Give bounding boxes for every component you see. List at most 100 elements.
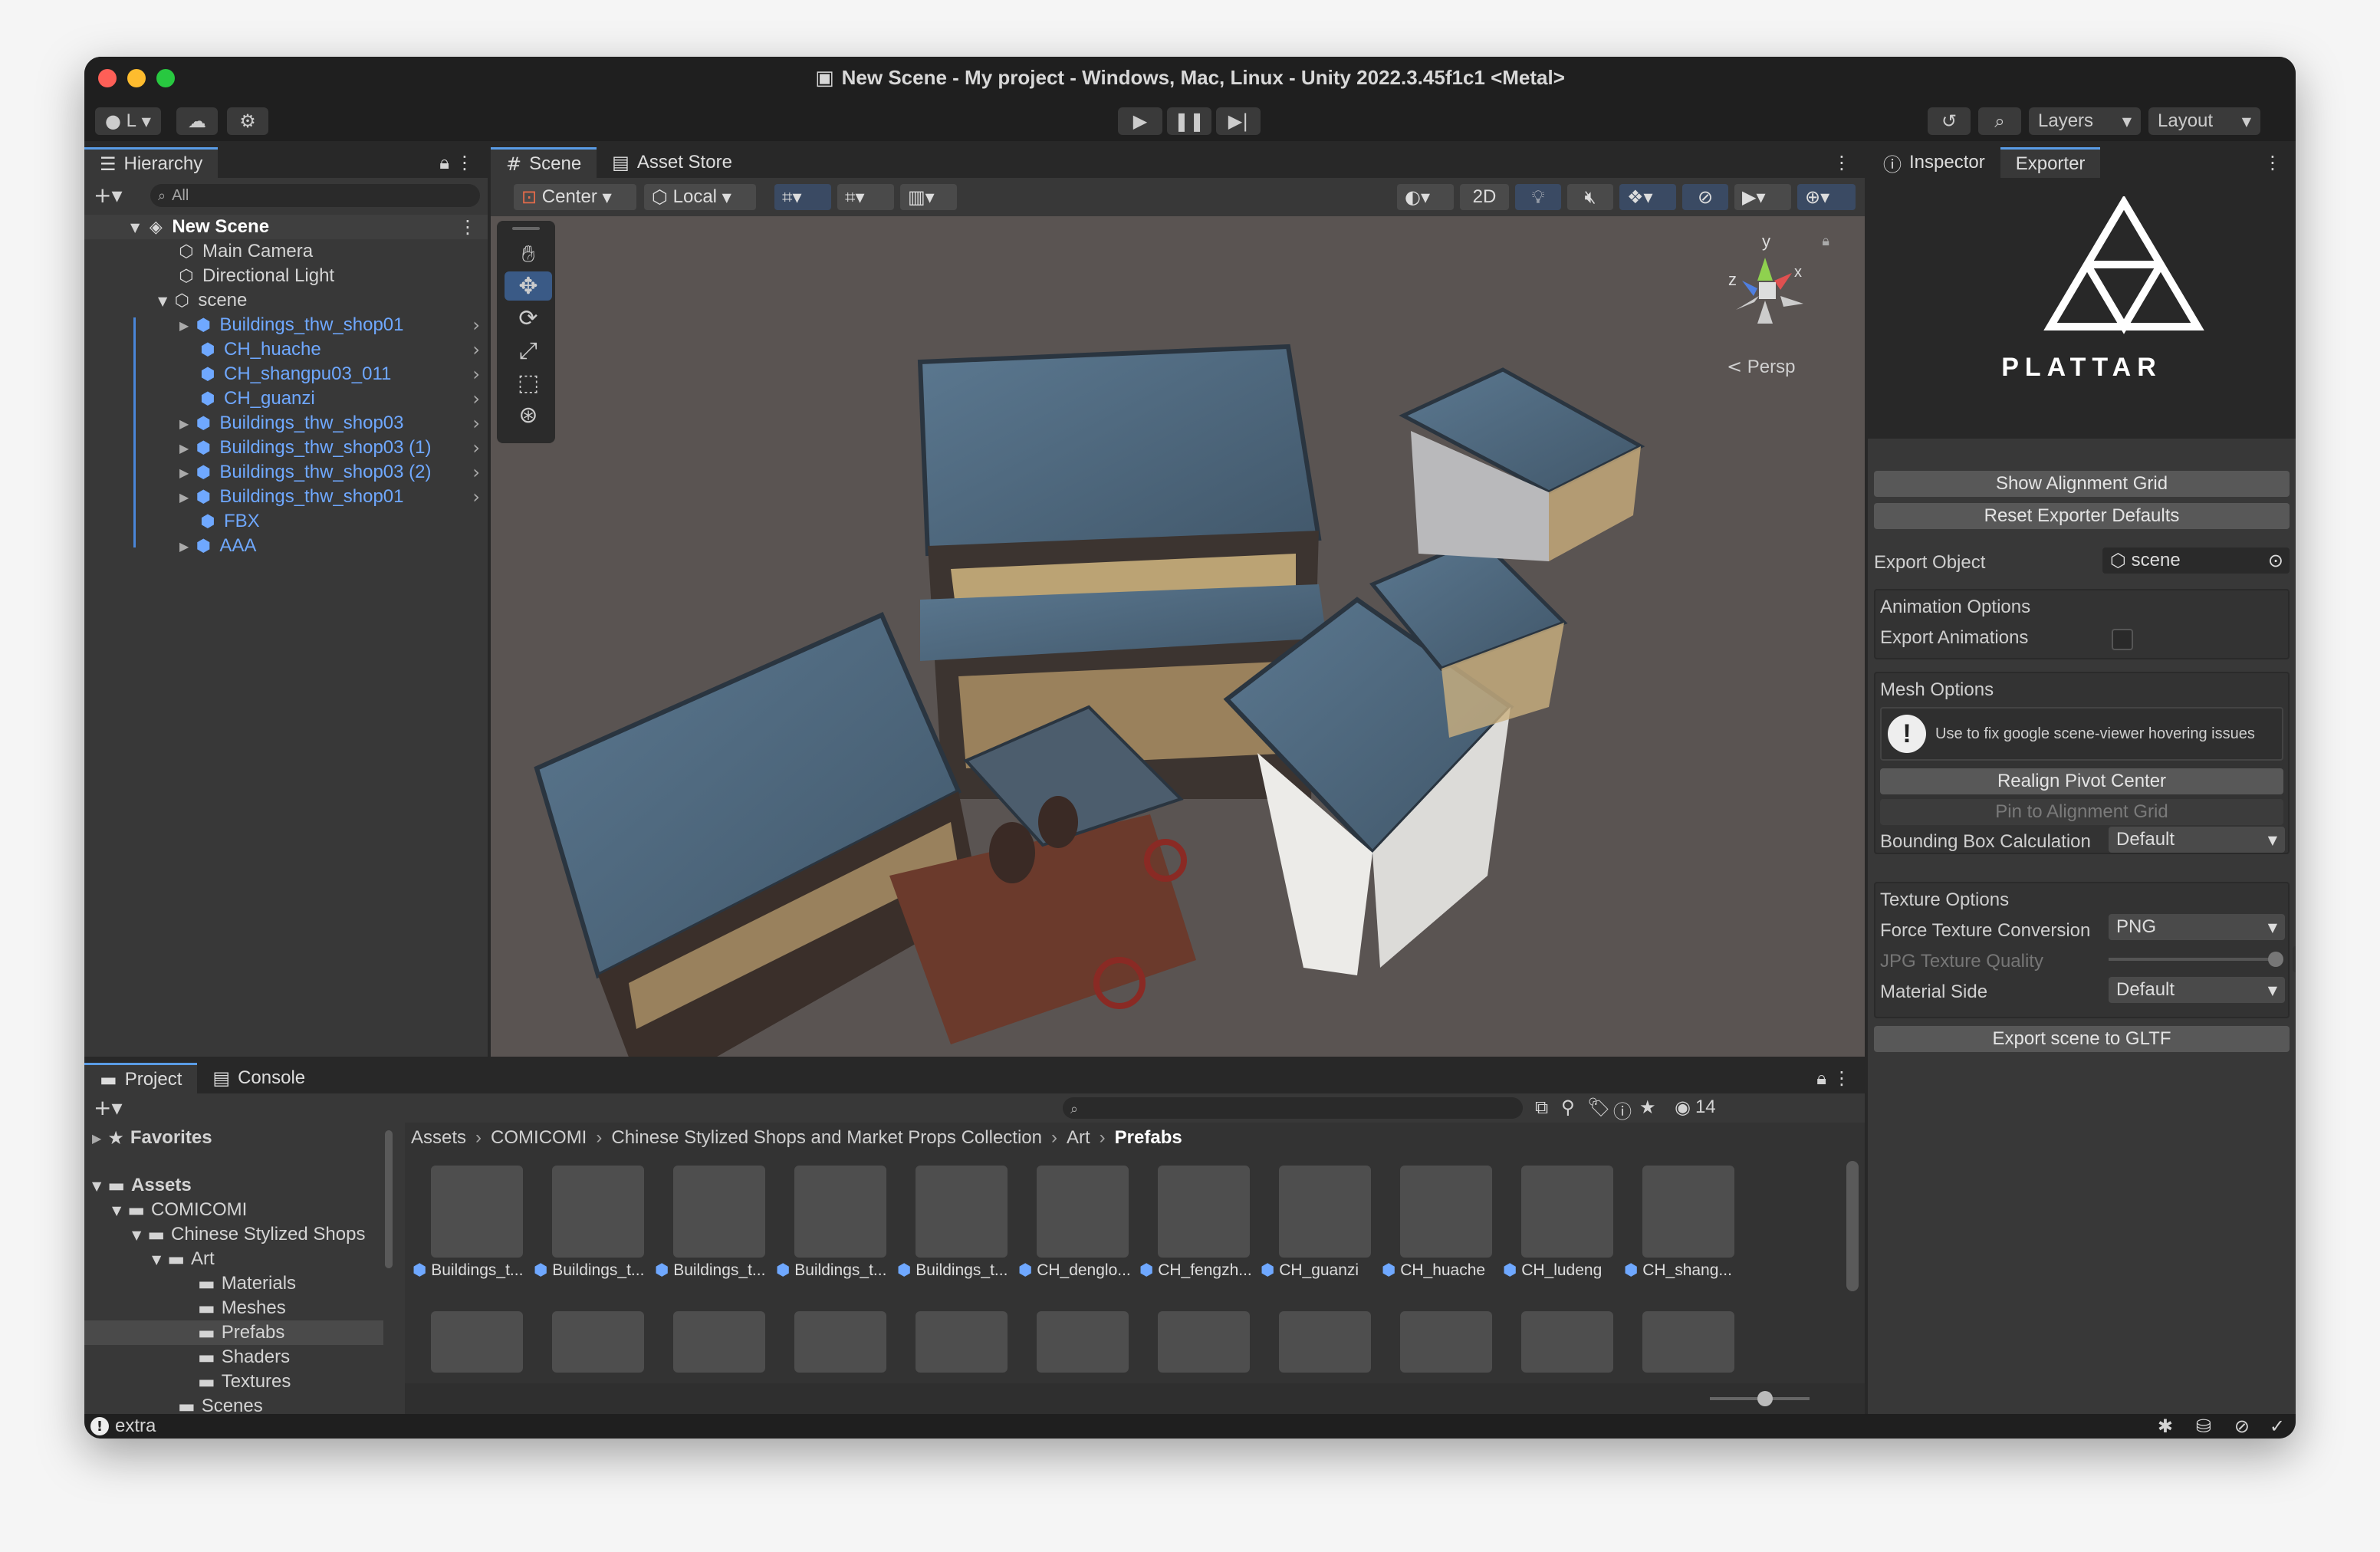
- asset-thumbnail[interactable]: [1158, 1311, 1250, 1373]
- transform-tool[interactable]: ⊛: [505, 400, 552, 429]
- asset-tile[interactable]: ⬢ CH_shang...: [1624, 1166, 1739, 1281]
- check-icon[interactable]: ✓: [2270, 1416, 2285, 1437]
- tab-project[interactable]: ▬ Project: [84, 1063, 198, 1093]
- lock-icon[interactable]: 🔒︎: [1816, 1067, 1826, 1089]
- asset-grid-scrollbar[interactable]: [1846, 1161, 1859, 1291]
- chevron-right-icon[interactable]: ›: [472, 314, 480, 336]
- projection-label[interactable]: < Persp: [1727, 356, 1795, 378]
- folder-art[interactable]: ▼ ▬ Art: [84, 1247, 394, 1271]
- pivot-dropdown[interactable]: ⊡ Center ▼: [514, 184, 636, 210]
- lighting-toggle[interactable]: 💡︎: [1515, 184, 1561, 210]
- show-alignment-grid-button[interactable]: Show Alignment Grid: [1874, 471, 2290, 497]
- chevron-right-icon[interactable]: ›: [472, 339, 480, 360]
- tab-hierarchy[interactable]: ☰ Hierarchy: [84, 147, 219, 178]
- asset-thumbnail[interactable]: [1521, 1311, 1613, 1373]
- asset-thumbnail[interactable]: [1400, 1311, 1492, 1373]
- tree-item-buildings-thw-shop03-1[interactable]: ▶ ⬢ Buildings_thw_shop03 (1) ›: [84, 436, 488, 460]
- more-options-icon[interactable]: ⋮: [2263, 152, 2282, 173]
- play-button[interactable]: ▶: [1118, 107, 1162, 135]
- asset-thumbnail[interactable]: [1037, 1311, 1129, 1373]
- asset-thumbnail[interactable]: [552, 1311, 644, 1373]
- star-icon[interactable]: ★: [1639, 1097, 1656, 1118]
- lock-icon[interactable]: 🔒︎: [439, 152, 449, 173]
- realign-pivot-center-button[interactable]: Realign Pivot Center: [1880, 768, 2283, 794]
- grid-snapping-button[interactable]: ⌗▾: [774, 184, 831, 210]
- asset-tile[interactable]: ⬢ Buildings_t...: [534, 1166, 649, 1281]
- folder-prefabs[interactable]: ▬ Prefabs: [84, 1320, 383, 1345]
- pause-button[interactable]: ❚❚: [1167, 107, 1211, 135]
- scale-tool[interactable]: ⤢: [505, 336, 552, 365]
- hidden-count[interactable]: ◉ 14: [1675, 1097, 1716, 1118]
- more-options-icon[interactable]: ⋮: [459, 216, 477, 238]
- camera-settings-button[interactable]: ▶▾: [1734, 184, 1791, 210]
- lock-icon[interactable]: 🔒︎: [1822, 233, 1829, 249]
- breadcrumb-prefabs[interactable]: Prefabs: [1115, 1127, 1182, 1149]
- network-icon[interactable]: ⊘: [2234, 1416, 2250, 1437]
- breadcrumb-collection[interactable]: Chinese Stylized Shops and Market Props …: [611, 1127, 1042, 1149]
- asset-tile[interactable]: ⬢ Buildings_t...: [655, 1166, 770, 1281]
- rect-tool[interactable]: ⬚: [505, 368, 552, 397]
- bounding-box-dropdown[interactable]: Default ▼: [2109, 827, 2285, 853]
- breadcrumb-art[interactable]: Art: [1067, 1127, 1090, 1149]
- add-icon[interactable]: +▾: [94, 1095, 123, 1120]
- export-object-field[interactable]: ⬡ scene ⊙: [2102, 547, 2290, 574]
- move-tool[interactable]: ✥: [505, 271, 552, 301]
- orientation-gizmo[interactable]: y x z 🔒︎ < Persp: [1704, 227, 1834, 380]
- folder-materials[interactable]: ▬ Materials: [84, 1271, 394, 1296]
- object-picker-icon[interactable]: ⊙: [2268, 550, 2283, 571]
- tree-item-directional-light[interactable]: ⬡ Directional Light: [84, 264, 488, 288]
- hand-tool[interactable]: ✋︎: [505, 239, 552, 268]
- asset-tile[interactable]: ⬢ CH_fengzh...: [1139, 1166, 1254, 1281]
- thumbnail-size-handle[interactable]: [1757, 1391, 1773, 1406]
- rotate-tool[interactable]: ⟳: [505, 304, 552, 333]
- search-button[interactable]: ⌕: [1978, 107, 2021, 135]
- tab-console[interactable]: ▤ Console: [197, 1063, 321, 1093]
- jpg-quality-slider-handle[interactable]: [2268, 952, 2283, 967]
- asset-thumbnail[interactable]: [1642, 1311, 1734, 1373]
- asset-tile[interactable]: ⬢ CH_guanzi: [1261, 1166, 1376, 1281]
- tree-item-scene[interactable]: ▼ ⬡ scene: [84, 288, 488, 313]
- folder-textures[interactable]: ▬ Textures: [84, 1370, 394, 1394]
- hidden-objects-toggle[interactable]: ⊘: [1682, 184, 1728, 210]
- more-options-icon[interactable]: ⋮: [455, 152, 474, 173]
- folder-tree-scrollbar[interactable]: [385, 1130, 393, 1268]
- bug-icon[interactable]: ✱: [2158, 1416, 2173, 1437]
- tree-item-ch-guanzi[interactable]: ⬢ CH_guanzi ›: [84, 386, 488, 411]
- log-icon[interactable]: ⓘ: [1613, 1097, 1632, 1123]
- tab-asset-store[interactable]: ▤ Asset Store: [597, 147, 748, 178]
- asset-tile[interactable]: ⬢ Buildings_t...: [413, 1166, 528, 1281]
- chevron-right-icon[interactable]: ›: [472, 486, 480, 508]
- tree-item-buildings-thw-shop03[interactable]: ▶ ⬢ Buildings_thw_shop03 ›: [84, 411, 488, 436]
- more-options-icon[interactable]: ⋮: [1833, 152, 1851, 173]
- project-search-input[interactable]: ⌕: [1063, 1097, 1523, 1119]
- scene-viewport[interactable]: ✋︎ ✥ ⟳ ⤢ ⬚ ⊛ y x z 🔒︎ < Persp: [491, 216, 1865, 1057]
- asset-tile[interactable]: ⬢ Buildings_t...: [897, 1166, 1012, 1281]
- filter-type-icon[interactable]: ⚲: [1561, 1097, 1575, 1118]
- jpg-quality-slider[interactable]: [2109, 958, 2277, 961]
- increment-snap-button[interactable]: ⌗▾: [837, 184, 894, 210]
- reset-exporter-defaults-button[interactable]: Reset Exporter Defaults: [1874, 503, 2290, 529]
- space-dropdown[interactable]: ⬡ Local ▼: [644, 184, 756, 210]
- more-options-icon[interactable]: ⋮: [1833, 1067, 1851, 1089]
- step-button[interactable]: ▶|: [1216, 107, 1261, 135]
- asset-tile[interactable]: ⬢ CH_ludeng: [1503, 1166, 1618, 1281]
- scene-root-row[interactable]: ▼ ◈ New Scene ⋮: [84, 215, 488, 239]
- tree-item-ch-shangpu03-011[interactable]: ⬢ CH_shangpu03_011 ›: [84, 362, 488, 386]
- asset-thumbnail[interactable]: [1279, 1311, 1371, 1373]
- audio-toggle[interactable]: 🔇︎: [1567, 184, 1613, 210]
- add-icon[interactable]: +▾: [94, 182, 123, 208]
- shading-mode-button[interactable]: ◐▾: [1397, 184, 1454, 210]
- gizmos-button[interactable]: ⊕▾: [1797, 184, 1856, 210]
- layers-dropdown[interactable]: Layers ▼: [2029, 107, 2141, 135]
- chevron-right-icon[interactable]: ›: [472, 363, 480, 385]
- tree-item-aaa[interactable]: ▶ ⬢ AAA: [84, 534, 488, 558]
- account-dropdown[interactable]: ● L ▼: [95, 107, 161, 135]
- pin-to-alignment-grid-button[interactable]: Pin to Alignment Grid: [1880, 799, 2283, 825]
- layout-dropdown[interactable]: Layout ▼: [2148, 107, 2260, 135]
- asset-thumbnail[interactable]: [673, 1311, 765, 1373]
- folder-shaders[interactable]: ▬ Shaders: [84, 1345, 394, 1370]
- breadcrumb-comicomi[interactable]: COMICOMI: [491, 1127, 587, 1149]
- search-by-type-icon[interactable]: ⧉: [1535, 1097, 1548, 1118]
- tree-item-buildings-thw-shop03-2[interactable]: ▶ ⬢ Buildings_thw_shop03 (2) ›: [84, 460, 488, 485]
- tree-item-fbx[interactable]: ⬢ FBX: [84, 509, 488, 534]
